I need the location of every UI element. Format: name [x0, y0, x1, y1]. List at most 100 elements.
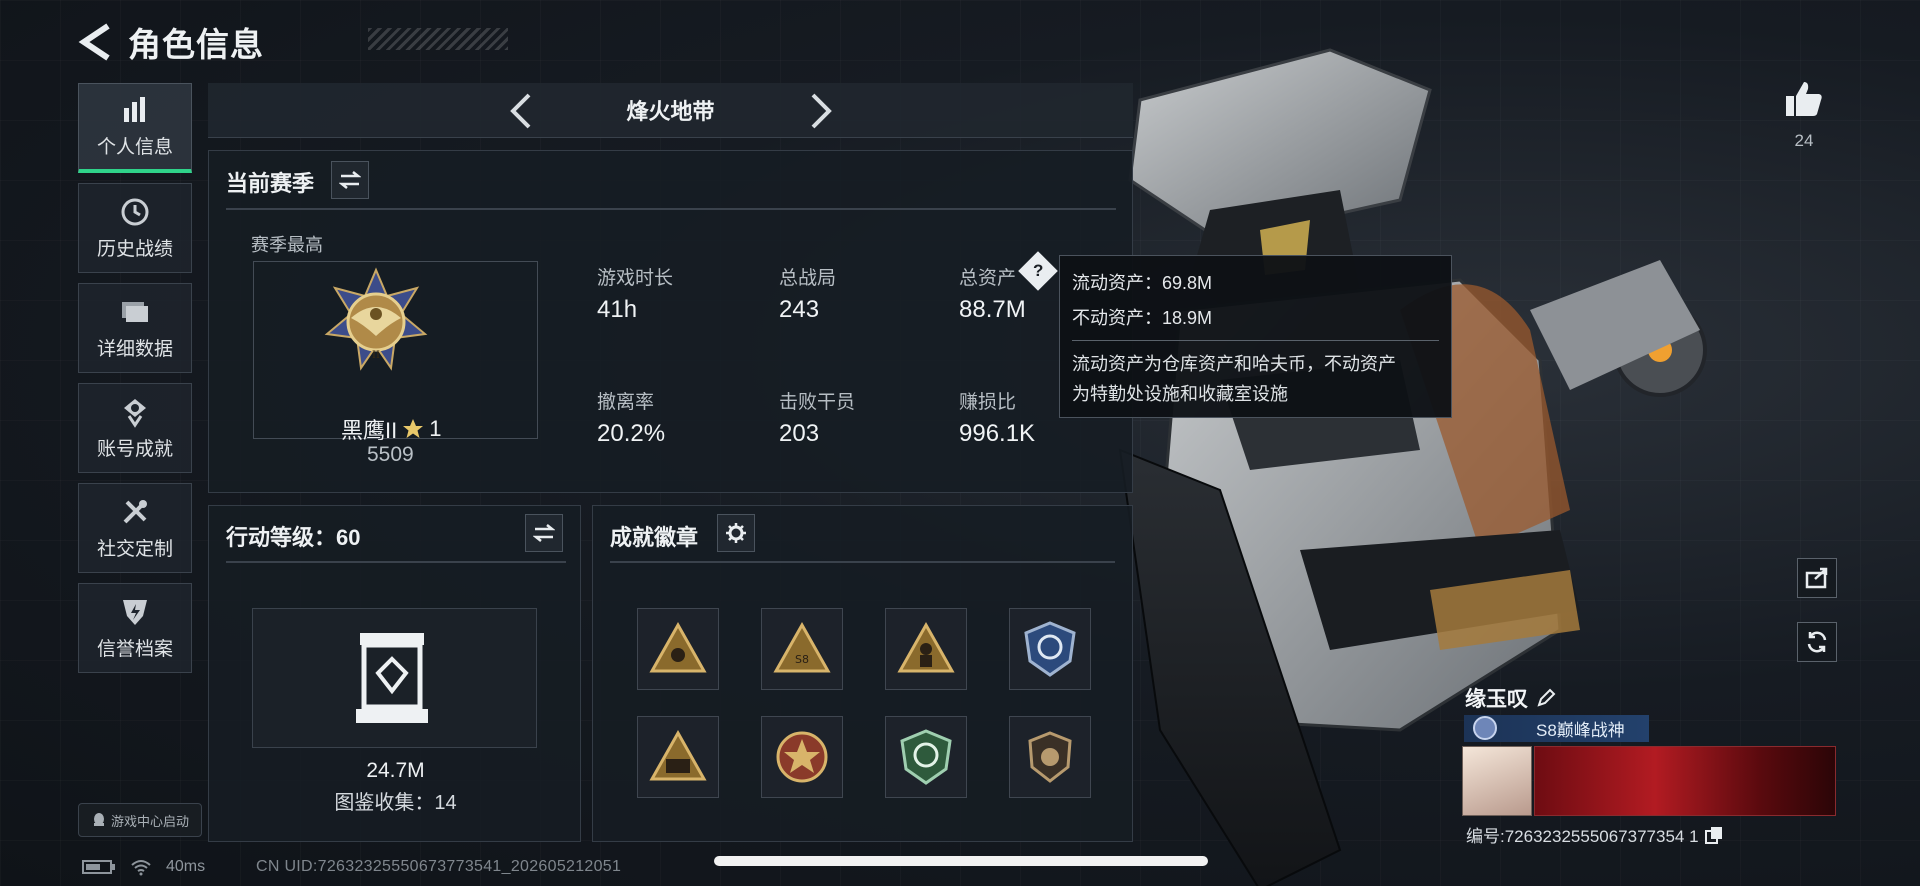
- badges-settings-button[interactable]: [717, 514, 755, 552]
- mode-title: 烽火地带: [626, 99, 715, 124]
- thumbs-up-icon: [1786, 82, 1822, 116]
- gear-icon: [726, 523, 746, 543]
- badge-slot[interactable]: [885, 608, 967, 690]
- badges-panel-title: 成就徽章: [610, 525, 699, 550]
- stat-label-extract-rate: 撤离率: [597, 392, 655, 413]
- season-switch-button[interactable]: [331, 161, 369, 199]
- collection-count: 图鉴收集：14: [334, 792, 457, 814]
- player-id: 编号:7263232555067377354 1: [1466, 827, 1699, 846]
- player-title-text: S8巅峰战神: [1536, 721, 1625, 740]
- sidebar-item-reputation[interactable]: 信誉档案: [78, 583, 192, 673]
- divider: [226, 561, 566, 563]
- mode-selector: 烽火地带: [208, 83, 1133, 138]
- badge-slot[interactable]: S8: [761, 608, 843, 690]
- back-arrow-icon[interactable]: [78, 22, 114, 62]
- season-best-label: 赛季最高: [251, 235, 323, 255]
- stat-label-operators-defeated: 击败干员: [779, 392, 856, 413]
- status-bar: 40ms: [82, 858, 205, 876]
- title-emblem-icon: [1473, 716, 1497, 740]
- battery-icon: [82, 860, 115, 874]
- share-icon: [1805, 567, 1828, 589]
- stat-label-total-matches: 总战局: [779, 268, 837, 289]
- level-switch-button[interactable]: [525, 514, 563, 552]
- refresh-icon: [1807, 631, 1827, 653]
- black-hawk-rank-emblem-icon: II: [324, 267, 428, 371]
- badge-slot[interactable]: [1009, 716, 1091, 798]
- sidebar-item-social[interactable]: 社交定制: [78, 483, 192, 573]
- stat-value-total-matches: 243: [779, 296, 820, 323]
- page-header: 角色信息: [78, 18, 508, 66]
- divider: [610, 561, 1115, 563]
- player-name: 缘玉叹: [1465, 688, 1528, 711]
- sidebar-item-label: 账号成就: [96, 438, 173, 460]
- star-icon: [403, 419, 424, 438]
- rank-star-count: 1: [429, 416, 442, 441]
- game-center-launch-button[interactable]: 游戏中心启动: [78, 803, 202, 837]
- shield-bolt-icon: [123, 599, 147, 625]
- badge-slot[interactable]: [637, 716, 719, 798]
- badge-slot[interactable]: [885, 716, 967, 798]
- stat-label-profit-ratio: 赚损比: [959, 392, 1017, 413]
- sidebar-item-label: 个人信息: [96, 137, 173, 158]
- divider: [226, 208, 1116, 210]
- tooltip-liquid-assets: 流动资产：69.8M: [1072, 273, 1213, 293]
- home-indicator[interactable]: [714, 856, 1208, 866]
- stat-value-total-assets: 88.7M: [959, 296, 1026, 323]
- stat-value-operators-defeated: 203: [779, 420, 820, 447]
- badge-slot[interactable]: [1009, 608, 1091, 690]
- share-button[interactable]: [1797, 558, 1837, 598]
- refresh-button[interactable]: [1797, 622, 1837, 662]
- sidebar-item-label: 历史战绩: [96, 238, 173, 260]
- stat-value-playtime: 41h: [597, 296, 638, 323]
- ping-value: 40ms: [166, 858, 206, 875]
- svg-text:S8: S8: [795, 653, 809, 666]
- player-banner: [1534, 746, 1836, 816]
- title-decoration: [368, 28, 508, 50]
- star-medal-badge-icon: [776, 731, 828, 783]
- stat-label-playtime: 游戏时长: [597, 268, 674, 289]
- badge-slot[interactable]: [761, 716, 843, 798]
- tooltip-desc-line2: 为特勤处设施和收藏室设施: [1072, 384, 1288, 404]
- sidebar-item-personal-info[interactable]: 个人信息: [78, 83, 192, 173]
- sidebar-item-history[interactable]: 历史战绩: [78, 183, 192, 273]
- triangle-figure-badge-icon: [897, 621, 955, 673]
- tools-icon: [123, 499, 147, 523]
- sidebar-nav: 个人信息 历史战绩 详细数据 账号成就 社交定制 信誉档案: [78, 83, 192, 683]
- sidebar-item-details[interactable]: 详细数据: [78, 283, 192, 373]
- green-shield-badge-icon: [900, 729, 952, 785]
- tooltip-divider: [1072, 340, 1439, 341]
- assets-tooltip: 流动资产：69.8M 不动资产：18.9M 流动资产为仓库资产和哈夫币，不动资产…: [1059, 255, 1452, 418]
- assets-help-button[interactable]: ?: [1018, 251, 1058, 291]
- page-title: 角色信息: [128, 26, 264, 63]
- blue-shield-badge-icon: [1024, 621, 1076, 677]
- sidebar-item-label: 社交定制: [96, 538, 173, 560]
- action-level-panel: 行动等级：60 24.7M 图鉴收集：14: [208, 505, 581, 842]
- folder-icon: [122, 301, 148, 322]
- like-button[interactable]: 24: [1782, 80, 1826, 151]
- action-level-title: 行动等级：60: [226, 525, 361, 550]
- sidebar-item-achievements[interactable]: 账号成就: [78, 383, 192, 473]
- question-mark-icon: ?: [1032, 260, 1044, 280]
- edit-pencil-icon[interactable]: [1536, 688, 1556, 708]
- sidebar-item-label: 详细数据: [96, 338, 173, 360]
- season-panel-title: 当前赛季: [226, 171, 315, 196]
- stat-value-profit-ratio: 996.1K: [959, 420, 1036, 447]
- collection-value: 24.7M: [366, 759, 425, 782]
- badge-slot[interactable]: [637, 608, 719, 690]
- player-title-tag: S8巅峰战神: [1464, 715, 1649, 742]
- previous-mode-arrow-icon[interactable]: [503, 91, 539, 131]
- swap-arrows-icon: [339, 171, 361, 189]
- sidebar-item-label: 信誉档案: [96, 638, 173, 660]
- medal-icon: [124, 398, 146, 428]
- like-count: 24: [1794, 131, 1814, 150]
- copy-icon[interactable]: [1704, 826, 1723, 844]
- avatar[interactable]: [1462, 746, 1532, 816]
- rank-name-row: 黑鹰II 1: [341, 413, 441, 445]
- player-id-row: 编号:7263232555067377354 1: [1466, 822, 1723, 847]
- svg-text:II: II: [372, 350, 380, 361]
- tooltip-fixed-assets: 不动资产：18.9M: [1072, 308, 1213, 328]
- player-name-row: 缘玉叹: [1465, 683, 1556, 713]
- next-mode-arrow-icon[interactable]: [803, 91, 839, 131]
- triangle-badge-icon: [649, 621, 707, 673]
- rank-score: 5509: [367, 443, 414, 466]
